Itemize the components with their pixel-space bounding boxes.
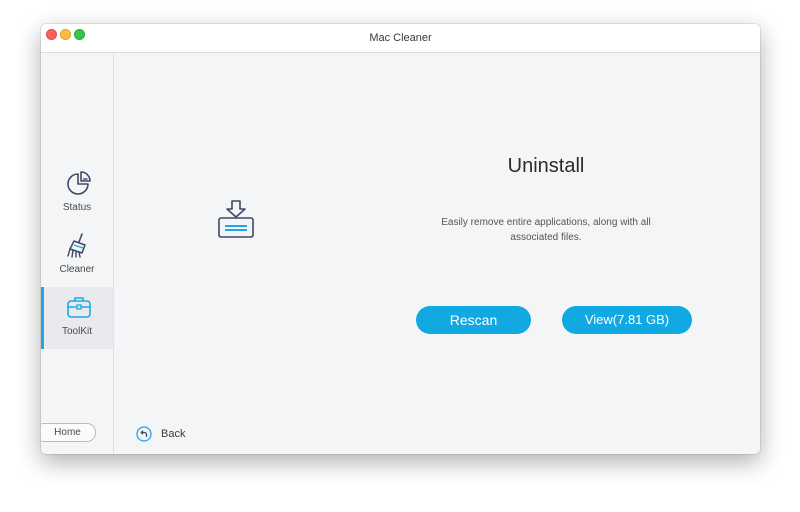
rescan-button[interactable]: Rescan [416,306,531,334]
app-window: Mac Cleaner Status Cleaner ToolKit Home … [41,24,760,454]
sidebar-item-cleaner[interactable]: Cleaner [41,225,113,287]
page-title: Uninstall [507,155,585,177]
broom-icon [67,233,86,258]
feature-description: Easily remove entire applications, along… [441,217,651,243]
sidebar-item-toolkit[interactable]: ToolKit [41,287,113,349]
pie-chart-icon [67,171,91,195]
window-title: Mac Cleaner [369,32,432,44]
uninstall-icon [218,200,254,238]
home-button[interactable]: Home [41,423,96,442]
back-label: Back [161,428,186,440]
title-bar: Mac Cleaner [41,24,760,53]
sidebar: Status Cleaner ToolKit Home [41,53,114,454]
view-button[interactable]: View(7.81 GB) [562,306,692,334]
sidebar-item-label: Status [62,202,92,213]
main-panel: Uninstall Easily remove entire applicati… [114,53,760,454]
sidebar-item-status[interactable]: Status [41,163,113,225]
sidebar-item-label: ToolKit [61,326,92,337]
sidebar-item-label: Cleaner [59,264,95,275]
toolbox-icon [67,297,91,318]
back-arrow-icon [136,426,152,442]
